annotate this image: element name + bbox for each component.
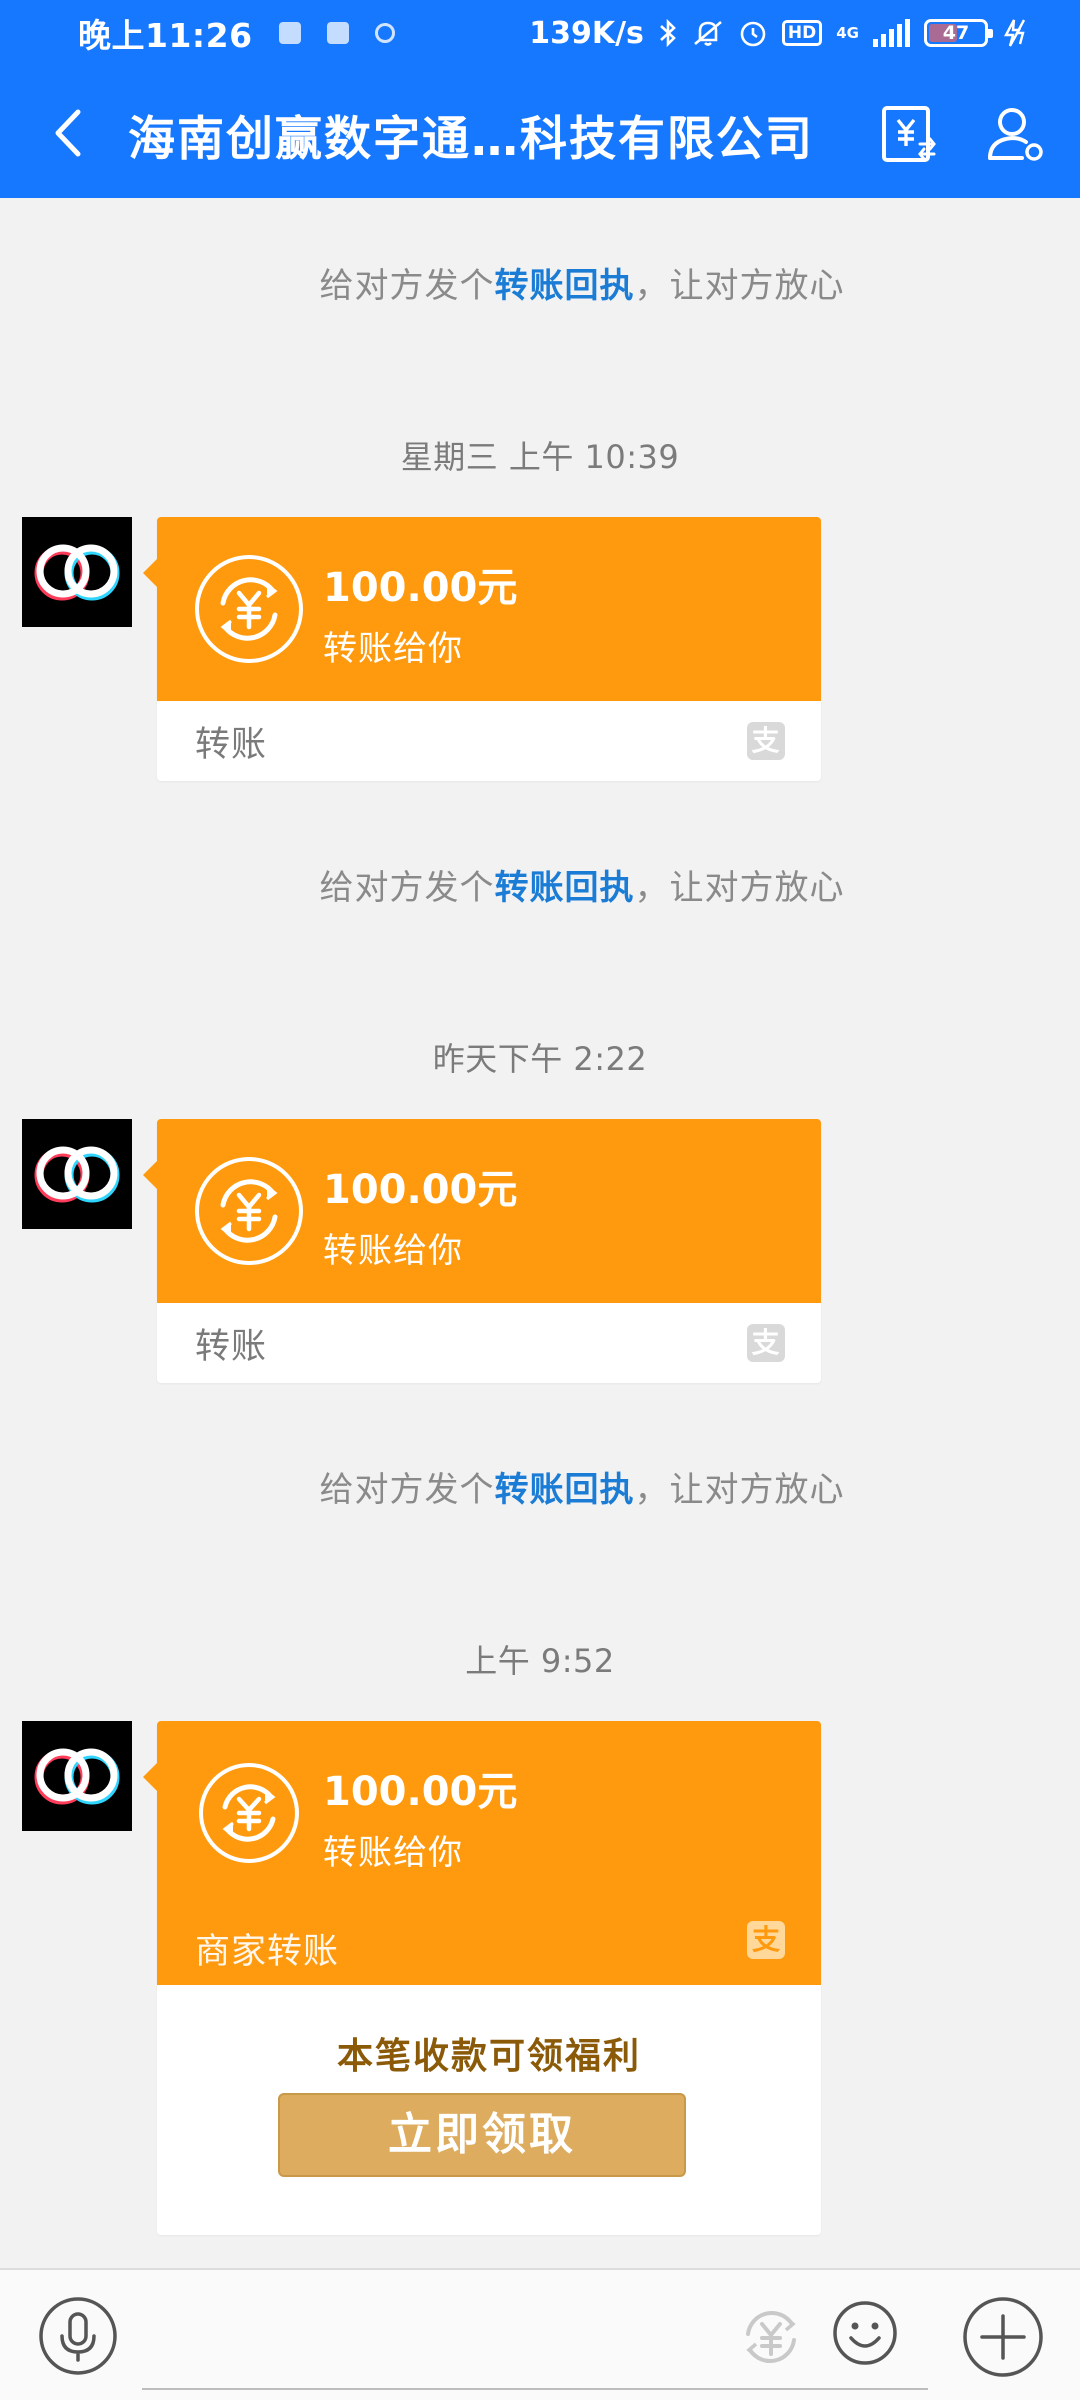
transfer-card-footer: 转账 支 (157, 1303, 821, 1383)
transfer-yuan-icon (195, 555, 303, 663)
message-timestamp: 星期三 上午 10:39 (400, 438, 680, 476)
transfer-card-footer: 转账 支 (157, 701, 821, 781)
merchant-transfer-card[interactable]: 100.00元 转账给你 商家转账 支 本笔收款可领福利 立即领取 (143, 1721, 821, 2235)
battery-level: 47 (942, 22, 970, 44)
status-bar-left: 晚上11:26 (78, 9, 395, 57)
avatar[interactable] (22, 1721, 132, 1831)
mute-icon (694, 21, 722, 46)
receipt-prompt-suffix: ，让对方放心 (634, 868, 845, 908)
network-type-label: 4G (836, 23, 859, 42)
avatar[interactable] (22, 517, 132, 627)
profile-icon[interactable] (982, 102, 1046, 166)
bill-icon[interactable] (876, 102, 940, 166)
transfer-desc: 转账给你 (323, 629, 463, 669)
emoji-icon[interactable] (832, 2300, 898, 2366)
avatar[interactable] (22, 1119, 132, 1229)
message-timestamp: 上午 9:52 (465, 1642, 615, 1680)
transfer-yuan-icon (199, 1763, 299, 1863)
chat-title: 海南创赢数字通…科技有限公司 (128, 112, 814, 167)
yuan-transfer-icon[interactable] (738, 2304, 804, 2370)
back-icon[interactable] (40, 98, 100, 168)
network-type: 4G (836, 23, 859, 42)
benefit-panel: 本笔收款可领福利 立即领取 (157, 1985, 821, 2235)
transfer-amount: 100.00元 (323, 565, 518, 611)
transfer-amount: 100.00元 (323, 1167, 518, 1213)
transfer-amount: 100.00元 (323, 1769, 518, 1815)
microphone-icon[interactable] (38, 2296, 118, 2376)
status-time: 晚上11:26 (78, 16, 253, 55)
battery-icon: 47 (924, 19, 993, 47)
notification-settings-icon (374, 23, 395, 43)
message-input[interactable] (142, 2290, 928, 2390)
transfer-type-label: 转账 (195, 1326, 268, 1367)
charging-icon (1004, 19, 1026, 47)
alipay-icon: 支 (747, 1921, 785, 1959)
alipay-icon: 支 (747, 1324, 785, 1362)
status-bar-right: 139K/s HD 4G 47 (529, 16, 1030, 51)
transfer-card-header: 100.00元 转账给你 (143, 517, 821, 701)
message-timestamp: 昨天下午 2:22 (432, 1040, 648, 1078)
receipt-link[interactable]: 转账回执 (495, 266, 635, 306)
network-speed: 139K/s (529, 15, 644, 51)
notification-image-icon (326, 22, 349, 44)
hd-icon: HD (781, 20, 823, 46)
notification-app-icon (278, 22, 301, 44)
transfer-card[interactable]: 100.00元 转账给你 转账 支 (143, 1119, 821, 1383)
receipt-prompt-suffix: ，让对方放心 (634, 266, 845, 306)
receipt-prompt-prefix: 给对方发个 (319, 266, 495, 306)
receipt-prompt-prefix: 给对方发个 (319, 1470, 495, 1510)
receipt-prompt-suffix: ，让对方放心 (634, 1470, 845, 1510)
alarm-icon (740, 21, 766, 47)
signal-icon (873, 19, 910, 47)
alipay-icon: 支 (747, 722, 785, 760)
chat-header: 海南创赢数字通…科技有限公司 (0, 66, 1080, 198)
transfer-desc: 转账给你 (323, 1833, 463, 1873)
receipt-prompt: 给对方发个转账回执，让对方放心 (0, 258, 1080, 307)
plus-icon[interactable] (962, 2296, 1044, 2378)
receipt-link[interactable]: 转账回执 (495, 1470, 635, 1510)
transfer-type-label: 商家转账 (195, 1932, 340, 1972)
status-bar: 晚上11:26 139K/s HD 4G 47 (0, 0, 1080, 66)
transfer-card[interactable]: 100.00元 转账给你 转账 支 (143, 517, 821, 781)
transfer-card-header: 100.00元 转账给你 商家转账 支 (143, 1721, 821, 1985)
receipt-prompt: 给对方发个转账回执，让对方放心 (0, 860, 1080, 909)
transfer-card-header: 100.00元 转账给你 (143, 1119, 821, 1303)
chat-input-bar (0, 2268, 1080, 2400)
receipt-prompt-prefix: 给对方发个 (319, 868, 495, 908)
receipt-link[interactable]: 转账回执 (495, 868, 635, 908)
transfer-yuan-icon (195, 1157, 303, 1265)
bluetooth-icon (660, 18, 676, 48)
receipt-prompt: 给对方发个转账回执，让对方放心 (0, 1462, 1080, 1511)
benefit-text: 本笔收款可领福利 (336, 2036, 641, 2077)
claim-now-button[interactable]: 立即领取 (278, 2093, 686, 2177)
transfer-desc: 转账给你 (323, 1231, 463, 1271)
transfer-type-label: 转账 (195, 724, 268, 765)
